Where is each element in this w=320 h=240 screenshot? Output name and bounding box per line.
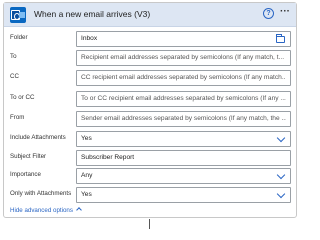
to-or-cc-field[interactable]: To or CC recipient email addresses separ… bbox=[76, 91, 291, 107]
field-row-include-attachments: Include Attachments Yes bbox=[4, 131, 296, 147]
advanced-options-label: Hide advanced options bbox=[10, 207, 73, 214]
outlook-icon bbox=[10, 7, 26, 23]
more-options-icon[interactable]: ··· bbox=[280, 6, 290, 17]
field-row-only-with-attachments: Only with Attachments Yes bbox=[4, 187, 296, 203]
flow-connector bbox=[149, 219, 150, 229]
field-row-cc: CC CC recipient email addresses separate… bbox=[4, 70, 296, 86]
field-label: To bbox=[10, 53, 17, 60]
field-row-subject-filter: Subject Filter Subscriber Report bbox=[4, 150, 296, 166]
trigger-card: When a new email arrives (V3) ? ··· Fold… bbox=[3, 2, 297, 218]
field-label: To or CC bbox=[10, 94, 35, 101]
field-label: CC bbox=[10, 73, 19, 80]
from-field[interactable]: Sender email addresses separated by semi… bbox=[76, 111, 291, 127]
importance-dropdown[interactable]: Any bbox=[76, 168, 291, 184]
field-row-to: To Recipient email addresses separated b… bbox=[4, 50, 296, 66]
to-field[interactable]: Recipient email addresses separated by s… bbox=[76, 50, 291, 66]
folder-field[interactable]: Inbox bbox=[76, 31, 291, 47]
field-label: Importance bbox=[10, 171, 41, 178]
field-row-to-or-cc: To or CC To or CC recipient email addres… bbox=[4, 91, 296, 107]
card-title[interactable]: When a new email arrives (V3) bbox=[34, 9, 150, 19]
field-placeholder: Sender email addresses separated by semi… bbox=[81, 115, 286, 122]
field-value: Inbox bbox=[81, 35, 98, 42]
field-row-from: From Sender email addresses separated by… bbox=[4, 111, 296, 127]
hide-advanced-options-link[interactable]: Hide advanced options bbox=[10, 207, 82, 214]
only-with-attachments-dropdown[interactable]: Yes bbox=[76, 187, 291, 203]
field-value: Yes bbox=[81, 135, 92, 142]
field-placeholder: To or CC recipient email addresses separ… bbox=[81, 95, 286, 102]
field-placeholder: CC recipient email addresses separated b… bbox=[81, 74, 286, 81]
field-value: Subscriber Report bbox=[81, 154, 135, 161]
subject-filter-field[interactable]: Subscriber Report bbox=[76, 150, 291, 166]
field-label: Subject Filter bbox=[10, 153, 47, 160]
folder-icon[interactable] bbox=[276, 34, 285, 43]
field-label: From bbox=[10, 114, 25, 121]
field-row-folder: Folder Inbox bbox=[4, 31, 296, 47]
help-icon[interactable]: ? bbox=[263, 8, 274, 19]
include-attachments-dropdown[interactable]: Yes bbox=[76, 131, 291, 147]
field-label: Only with Attachments bbox=[10, 190, 72, 197]
field-row-importance: Importance Any bbox=[4, 168, 296, 184]
chevron-up-icon bbox=[76, 207, 82, 213]
field-label: Folder bbox=[10, 34, 28, 41]
field-placeholder: Recipient email addresses separated by s… bbox=[81, 54, 285, 61]
card-header[interactable]: When a new email arrives (V3) ? ··· bbox=[4, 3, 296, 27]
field-value: Yes bbox=[81, 191, 92, 198]
cc-field[interactable]: CC recipient email addresses separated b… bbox=[76, 70, 291, 86]
field-value: Any bbox=[81, 172, 93, 179]
field-label: Include Attachments bbox=[10, 134, 66, 141]
